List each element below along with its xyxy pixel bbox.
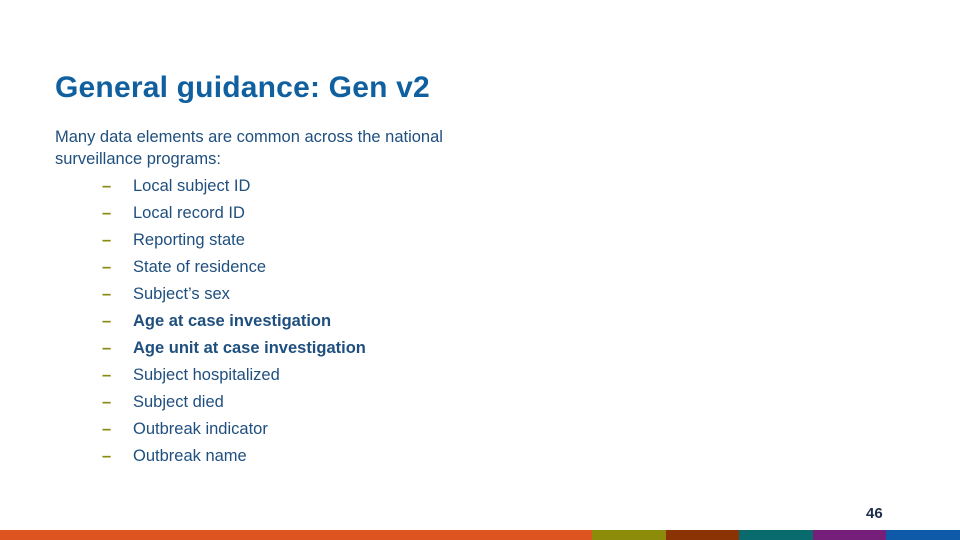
color-bar-segment-olive <box>592 530 666 540</box>
list-item-label: Subject hospitalized <box>133 366 280 384</box>
intro-text: Many data elements are common across the… <box>55 128 443 168</box>
list-item-label: Reporting state <box>133 231 245 249</box>
list-item-label: Subject died <box>133 393 224 411</box>
slide-title: General guidance: Gen v2 <box>55 71 430 104</box>
list-item-label: Outbreak name <box>133 447 247 465</box>
list-item-label: Age at case investigation <box>133 312 332 330</box>
dash-bullet-icon: – <box>102 420 112 438</box>
footer-color-bar <box>0 530 960 540</box>
dash-bullet-icon: – <box>102 285 112 303</box>
list-item-label: State of residence <box>133 258 266 276</box>
list-item-label: Age unit at case investigation <box>133 339 366 357</box>
dash-bullet-icon: – <box>102 177 112 195</box>
list-item-label: Outbreak indicator <box>133 420 268 438</box>
color-bar-segment-blue <box>886 530 960 540</box>
color-bar-segment-purple <box>813 530 886 540</box>
list-item-label: Local subject ID <box>133 177 251 195</box>
dash-bullet-icon: – <box>102 231 112 249</box>
list-item-label: Subject’s sex <box>133 285 230 303</box>
dash-bullet-icon: – <box>102 339 112 357</box>
dash-bullet-icon: – <box>102 204 112 222</box>
color-bar-segment-brown <box>666 530 739 540</box>
page-number: 46 <box>866 505 883 522</box>
list-item-label: Local record ID <box>133 204 245 222</box>
dash-bullet-icon: – <box>102 312 112 330</box>
dash-bullet-icon: – <box>102 258 112 276</box>
dash-bullet-icon: – <box>102 393 112 411</box>
dash-bullet-icon: – <box>102 447 112 465</box>
color-bar-segment-orange <box>0 530 592 540</box>
color-bar-segment-teal <box>739 530 813 540</box>
dash-bullet-icon: – <box>102 366 112 384</box>
